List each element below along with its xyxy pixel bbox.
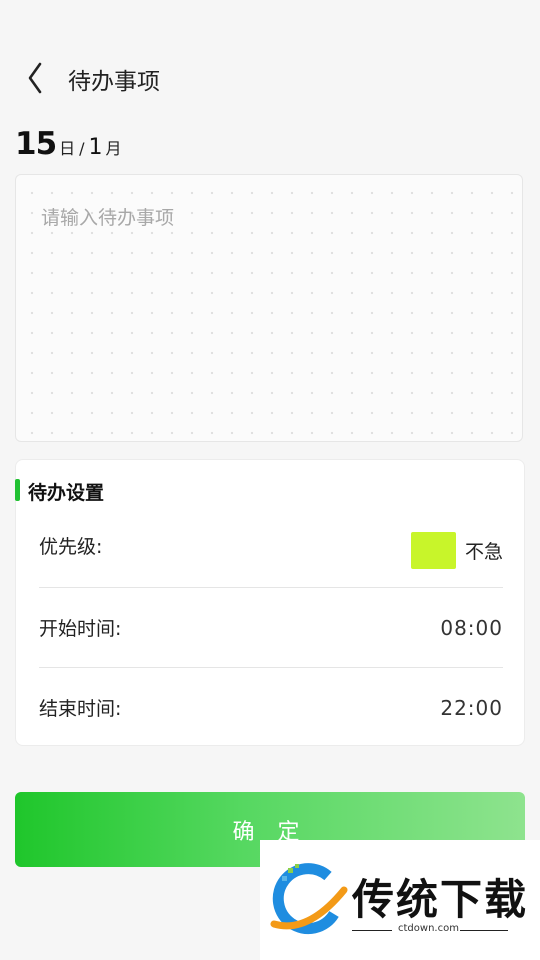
watermark-overlay: 传统下载 ctdown.com	[260, 840, 540, 960]
watermark-name: 传统下载	[352, 875, 529, 924]
back-button[interactable]	[18, 56, 58, 100]
watermark-rule-right	[460, 930, 508, 931]
watermark-rule-left	[352, 930, 392, 931]
watermark-url: ctdown.com	[398, 923, 459, 934]
priority-selector[interactable]: 不急	[410, 532, 503, 569]
chevron-left-icon	[28, 62, 42, 94]
month-number: 1	[88, 135, 103, 160]
start-time-row[interactable]: 开始时间: 08:00	[39, 608, 503, 648]
priority-value: 不急	[464, 541, 503, 563]
end-time-label: 结束时间:	[39, 698, 122, 720]
date-display: 15 日 / 1 月	[15, 126, 122, 162]
page-title: 待办事项	[68, 69, 160, 95]
priority-row[interactable]: 优先级: 不急	[39, 526, 503, 569]
day-unit: 日	[59, 139, 76, 158]
divider	[39, 667, 503, 668]
priority-label: 优先级:	[39, 536, 103, 558]
ctdown-logo-icon	[270, 863, 348, 935]
start-time-value[interactable]: 08:00	[440, 616, 503, 640]
start-time-label: 开始时间:	[39, 618, 122, 640]
end-time-row[interactable]: 结束时间: 22:00	[39, 688, 503, 728]
settings-title: 待办设置	[28, 482, 105, 504]
month-unit: 月	[105, 139, 122, 158]
day-number: 15	[15, 126, 57, 162]
divider	[39, 587, 503, 588]
section-accent-bar	[15, 479, 20, 501]
priority-color-swatch	[410, 532, 456, 569]
date-separator: /	[79, 139, 85, 158]
end-time-value[interactable]: 22:00	[440, 696, 503, 720]
header-bar: 待办事项	[0, 48, 540, 108]
todo-note-area	[15, 174, 523, 442]
todo-settings-card: 待办设置 优先级: 不急 开始时间: 08:00 结束时间: 22:00	[15, 459, 525, 746]
todo-input[interactable]	[16, 175, 522, 441]
